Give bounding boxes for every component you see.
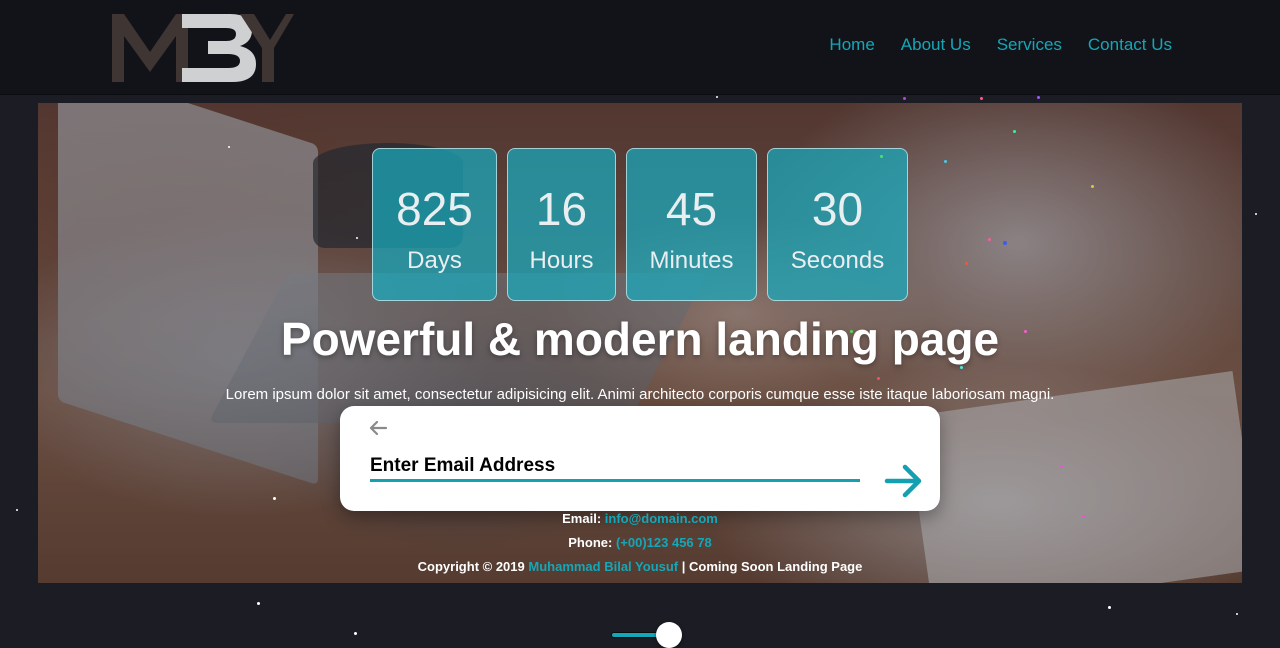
particle-dot <box>228 146 230 148</box>
particle-dot <box>880 155 883 158</box>
particle-dot <box>1003 241 1007 245</box>
countdown-minutes-value: 45 <box>665 183 718 235</box>
brand-logo[interactable] <box>112 12 294 84</box>
countdown-days-value: 825 <box>396 183 473 235</box>
countdown-hours-value: 16 <box>535 183 588 235</box>
particle-dot <box>965 262 968 265</box>
countdown-minutes-label: Minutes <box>649 247 734 274</box>
copyright-prefix: Copyright © 2019 <box>417 559 525 574</box>
particle-dot <box>716 96 718 98</box>
email-input[interactable] <box>370 452 860 482</box>
particle-dot <box>944 160 947 163</box>
hero-section: 825 Days 16 Hours 45 Minutes 30 Seconds … <box>38 103 1242 583</box>
author-link[interactable]: Muhammad Bilal Yousuf <box>528 559 678 574</box>
arrow-right-icon[interactable] <box>883 462 923 500</box>
email-signup-form <box>340 406 940 511</box>
main-nav: Home About Us Services Contact Us <box>803 34 1172 56</box>
nav-contact-us[interactable]: Contact Us <box>1088 34 1172 56</box>
particle-dot <box>257 602 260 605</box>
slider-handle[interactable] <box>656 622 682 648</box>
particle-dot <box>850 330 853 333</box>
particle-dot <box>354 632 357 635</box>
particle-dot <box>1082 515 1085 518</box>
particle-dot <box>1024 330 1027 333</box>
particle-dot <box>903 97 906 100</box>
particle-dot <box>1255 213 1257 215</box>
countdown-minutes: 45 Minutes <box>626 148 757 301</box>
particle-dot <box>1013 130 1016 133</box>
nav-services[interactable]: Services <box>997 34 1062 56</box>
particle-dot <box>1108 606 1111 609</box>
contact-email-label: Email: <box>562 511 602 526</box>
particle-dot <box>980 97 983 100</box>
countdown-seconds: 30 Seconds <box>767 148 908 301</box>
particle-dot <box>16 509 18 511</box>
particle-dot <box>960 366 963 369</box>
arrow-left-icon[interactable] <box>368 420 388 436</box>
particle-dot <box>356 237 358 239</box>
site-header: Home About Us Services Contact Us <box>0 0 1280 95</box>
copyright-suffix: | Coming Soon Landing Page <box>681 559 863 574</box>
particle-dot <box>1091 185 1094 188</box>
countdown-seconds-value: 30 <box>811 183 864 235</box>
countdown-days: 825 Days <box>372 148 497 301</box>
particle-dot <box>1037 96 1040 99</box>
nav-home[interactable]: Home <box>829 34 874 56</box>
contact-phone-label: Phone: <box>568 535 613 550</box>
particle-dot <box>988 238 991 241</box>
countdown-days-label: Days <box>407 247 462 274</box>
particle-dot <box>273 497 276 500</box>
countdown-hours-label: Hours <box>529 247 594 274</box>
contact-email-line: Email: info@domain.com <box>38 511 1242 527</box>
countdown-seconds-label: Seconds <box>790 247 885 274</box>
contact-email-link[interactable]: info@domain.com <box>605 511 718 526</box>
nav-about-us[interactable]: About Us <box>901 34 971 56</box>
contact-phone-line: Phone: (+00)123 456 78 <box>38 535 1242 551</box>
contact-phone-link[interactable]: (+00)123 456 78 <box>616 535 712 550</box>
countdown-hours: 16 Hours <box>507 148 616 301</box>
particle-dot <box>1060 465 1063 468</box>
particle-dot <box>1236 613 1238 615</box>
copyright-line: Copyright © 2019 Muhammad Bilal Yousuf |… <box>38 559 1242 575</box>
hero-subtext: Lorem ipsum dolor sit amet, consectetur … <box>225 386 1055 403</box>
particle-dot <box>877 377 880 380</box>
hero-headline: Powerful & modern landing page <box>280 313 1000 365</box>
countdown-timer: 825 Days 16 Hours 45 Minutes 30 Seconds <box>38 148 1242 301</box>
